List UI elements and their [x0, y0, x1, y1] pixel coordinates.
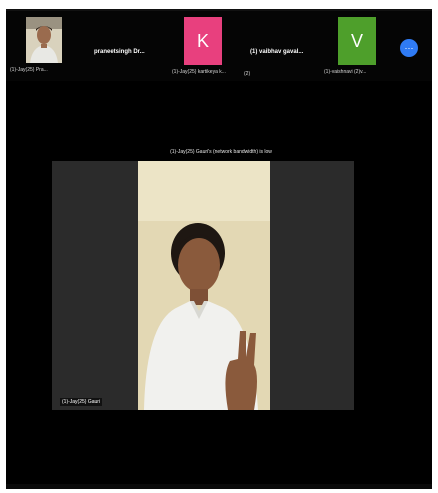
main-speaker-video: [138, 161, 270, 410]
main-video-tile[interactable]: (1)-Jay(25) Gauri: [52, 161, 354, 410]
more-icon: ⋯: [404, 42, 414, 53]
participant-1-video: [26, 17, 62, 63]
participant-5-avatar: V: [338, 17, 376, 65]
participant-4-label: (2): [244, 71, 251, 77]
bandwidth-status: (1)-Jay(25) Gauri's (network bandwidth) …: [170, 149, 272, 155]
main-speaker-label: (1)-Jay(25) Gauri: [60, 398, 103, 406]
person-photo-icon: [26, 17, 62, 63]
participant-tile-4[interactable]: (1) vaibhav gaval... (2): [242, 17, 324, 79]
bottom-bar: [6, 484, 432, 489]
participant-tile-5[interactable]: V (1)-vaishnavi (2)v...: [324, 17, 388, 79]
participant-1-label: (1)-Jay(25) Pra...: [10, 67, 48, 73]
participant-strip: (1)-Jay(25) Pra... praneetsingh Dr... K …: [6, 11, 432, 81]
participant-3-initial: K: [196, 30, 209, 51]
participant-3-label: (1)-Jay(25) kartikeya k...: [172, 69, 226, 75]
participant-5-label: (1)-vaishnavi (2)v...: [324, 69, 367, 75]
participant-tile-1[interactable]: (1)-Jay(25) Pra...: [10, 17, 70, 79]
participant-3-avatar: K: [184, 17, 222, 65]
meeting-window: (1)-Jay(25) Pra... praneetsingh Dr... K …: [6, 9, 432, 489]
more-participants-button[interactable]: ⋯: [400, 39, 418, 57]
participant-tile-2[interactable]: praneetsingh Dr...: [88, 17, 166, 79]
participant-2-name: praneetsingh Dr...: [94, 49, 145, 55]
speaker-photo-icon: [138, 161, 270, 410]
participant-5-initial: V: [350, 30, 363, 51]
participant-4-name: (1) vaibhav gaval...: [250, 49, 304, 55]
participant-tile-3[interactable]: K (1)-Jay(25) kartikeya k...: [172, 17, 238, 79]
